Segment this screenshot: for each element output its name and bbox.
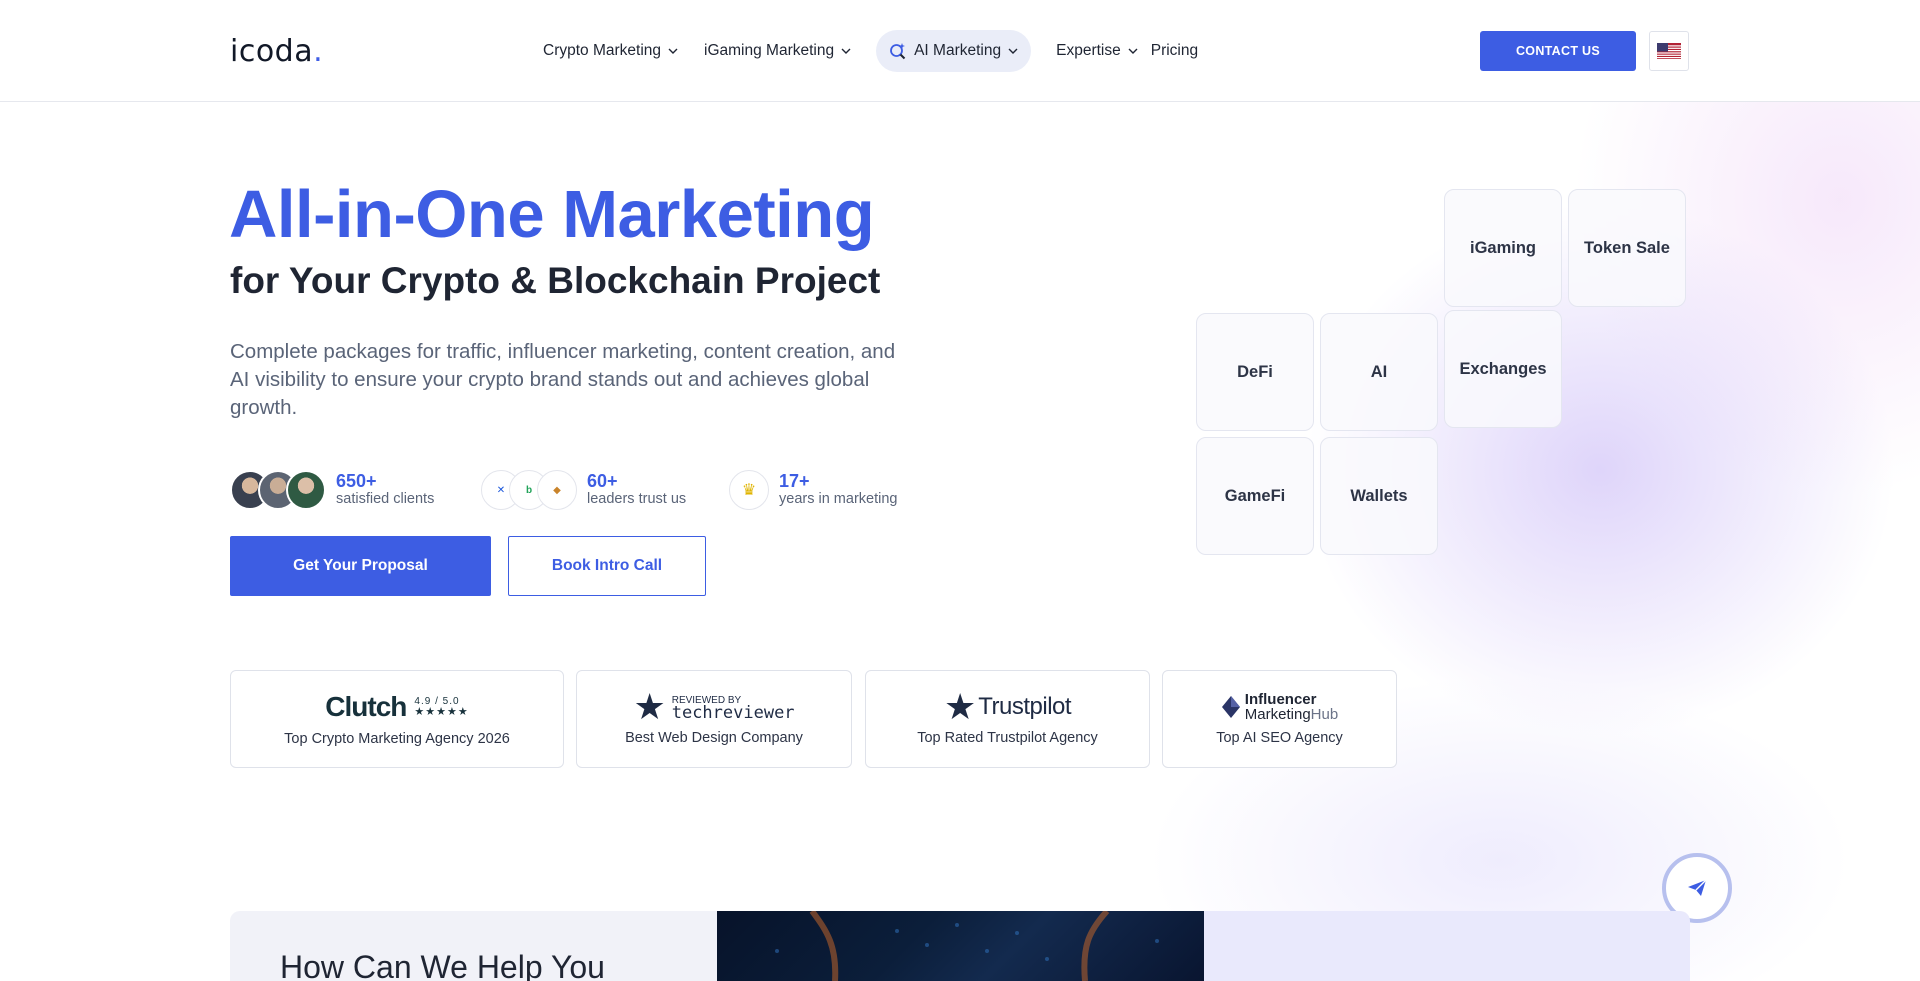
help-image xyxy=(717,911,1204,981)
hero-title: All-in-One Marketing xyxy=(229,177,875,252)
nav-label: iGaming Marketing xyxy=(704,42,835,59)
badge-clutch[interactable]: Clutch 4.9 / 5.0 ★★★★★ Top Crypto Market… xyxy=(230,670,564,768)
avatar xyxy=(286,470,326,510)
main-nav: Crypto Marketing iGaming Marketing AI Ma… xyxy=(530,30,1211,72)
nav-label: Crypto Marketing xyxy=(543,42,662,59)
stat-label: satisfied clients xyxy=(336,491,435,507)
nav-expertise[interactable]: Expertise xyxy=(1043,30,1151,72)
stat-value: 650+ xyxy=(336,471,377,491)
chevron-down-icon xyxy=(841,48,851,54)
trustpilot-logo: ★ Trustpilot xyxy=(943,686,1072,727)
clutch-wordmark: Clutch xyxy=(325,691,407,722)
contact-us-button[interactable]: CONTACT US xyxy=(1480,31,1636,71)
help-title: How Can We Help You xyxy=(280,949,605,981)
help-section: How Can We Help You xyxy=(230,911,1690,981)
us-flag-icon xyxy=(1657,43,1681,59)
nav-label: AI Marketing xyxy=(914,42,1002,59)
chevron-down-icon xyxy=(1008,48,1018,54)
badge-trustpilot[interactable]: ★ Trustpilot Top Rated Trustpilot Agency xyxy=(865,670,1150,768)
circuit-image xyxy=(775,911,1159,981)
imh-diamond-icon xyxy=(1221,696,1240,718)
stat-value: 17+ xyxy=(779,471,810,491)
tile-igaming[interactable]: iGaming xyxy=(1444,189,1562,307)
star-icon: ★ xyxy=(943,686,977,727)
ai-search-icon xyxy=(890,43,906,60)
stat-leaders: ✕ b ◆ 60+ leaders trust us xyxy=(481,470,686,510)
stat-value: 60+ xyxy=(587,471,618,491)
tile-exchanges[interactable]: Exchanges xyxy=(1444,310,1562,428)
badge-caption: Top AI SEO Agency xyxy=(1216,730,1343,746)
techreviewer-logo: ★ REVIEWED BY techreviewer xyxy=(633,686,795,727)
hero-section: All-in-One Marketing for Your Crypto & B… xyxy=(0,0,1920,981)
stat-label: leaders trust us xyxy=(587,491,687,507)
nav-label: Pricing xyxy=(1150,42,1199,59)
stat-clients: 650+ satisfied clients xyxy=(230,470,434,510)
partner-logo-icon: ◆ xyxy=(537,470,577,510)
tile-ai[interactable]: AI xyxy=(1320,313,1438,431)
help-panel-right xyxy=(1204,911,1690,981)
hero-description: Complete packages for traffic, influence… xyxy=(230,340,896,419)
nav-label: Expertise xyxy=(1056,42,1121,59)
tile-gamefi[interactable]: GameFi xyxy=(1196,437,1314,555)
send-icon xyxy=(1688,879,1707,896)
stat-years: ♛ 17+ years in marketing xyxy=(729,470,897,510)
badge-caption: Top Rated Trustpilot Agency xyxy=(917,730,1098,746)
nav-ai-marketing[interactable]: AI Marketing xyxy=(876,30,1032,72)
chevron-down-icon xyxy=(668,48,678,54)
book-intro-call-button[interactable]: Book Intro Call xyxy=(508,536,706,596)
clutch-logo: Clutch 4.9 / 5.0 ★★★★★ xyxy=(325,691,468,723)
techreviewer-wordmark: techreviewer xyxy=(671,703,795,723)
influencer-marketing-hub-logo: Influencer MarketingHub xyxy=(1221,692,1338,722)
stat-label: years in marketing xyxy=(779,491,898,507)
badge-techreviewer[interactable]: ★ REVIEWED BY techreviewer Best Web Desi… xyxy=(576,670,852,768)
imh-line1: Influencer xyxy=(1244,691,1317,708)
star-icon: ★ xyxy=(633,686,666,727)
tile-wallets[interactable]: Wallets xyxy=(1320,437,1438,555)
language-selector[interactable] xyxy=(1649,31,1689,71)
badge-caption: Best Web Design Company xyxy=(625,730,803,746)
hero-subtitle: for Your Crypto & Blockchain Project xyxy=(230,260,881,301)
icoda-logo[interactable]: icoda. xyxy=(230,34,323,69)
nav-pricing[interactable]: Pricing xyxy=(1151,30,1211,72)
client-avatars xyxy=(230,470,326,510)
imh-line2: Marketing xyxy=(1244,706,1311,723)
nav-crypto-marketing[interactable]: Crypto Marketing xyxy=(530,30,691,72)
badge-influencer-marketing-hub[interactable]: Influencer MarketingHub Top AI SEO Agenc… xyxy=(1162,670,1397,768)
tile-token-sale[interactable]: Token Sale xyxy=(1568,189,1686,307)
help-panel: How Can We Help You xyxy=(230,911,717,981)
nav-igaming-marketing[interactable]: iGaming Marketing xyxy=(691,30,864,72)
trustpilot-wordmark: Trustpilot xyxy=(978,693,1072,720)
imh-line2-hub: Hub xyxy=(1310,706,1339,723)
partner-logos: ✕ b ◆ xyxy=(481,470,577,510)
chevron-down-icon xyxy=(1128,48,1138,54)
crown-icon: ♛ xyxy=(729,470,769,510)
badge-caption: Top Crypto Marketing Agency 2026 xyxy=(284,731,510,747)
get-proposal-button[interactable]: Get Your Proposal xyxy=(230,536,491,596)
tile-defi[interactable]: DeFi xyxy=(1196,313,1314,431)
clutch-stars: ★★★★★ xyxy=(414,706,469,718)
site-header: icoda. Crypto Marketing iGaming Marketin… xyxy=(0,0,1920,102)
